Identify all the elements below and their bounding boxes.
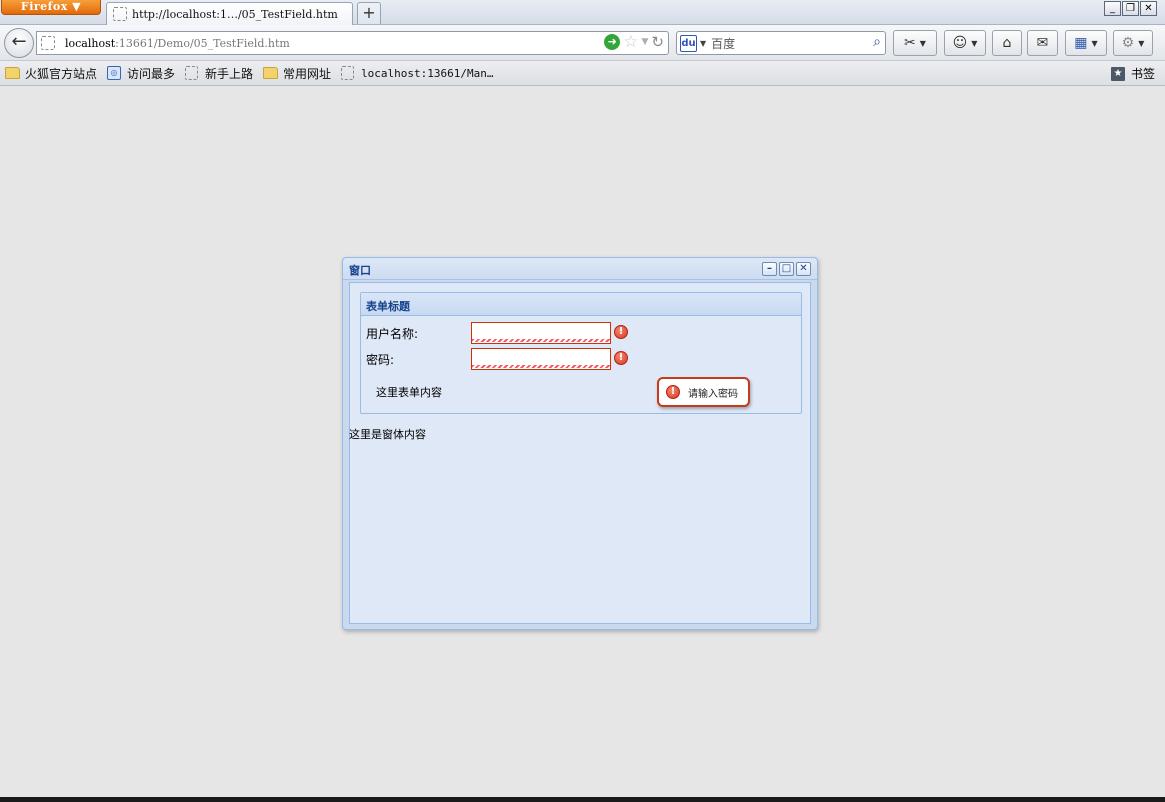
- password-label: 密码:: [366, 353, 395, 367]
- bottom-border: [0, 797, 1165, 802]
- bookmark-item[interactable]: 火狐官方站点: [5, 65, 97, 82]
- back-button[interactable]: ←: [4, 28, 34, 58]
- search-icon[interactable]: ⌕: [873, 34, 881, 50]
- restore-button[interactable]: ❐: [1122, 1, 1139, 16]
- validation-tooltip: ! 请输入密码: [657, 377, 750, 407]
- addon-smiley-button[interactable]: ☺ ▼: [944, 30, 986, 56]
- home-icon: ⌂: [1002, 35, 1012, 51]
- reload-icon[interactable]: ↻: [651, 34, 664, 50]
- bookmarks-menu-label: 书签: [1130, 67, 1155, 81]
- site-identity-icon[interactable]: [41, 36, 55, 50]
- mail-icon: ✉: [1036, 35, 1049, 51]
- window-controls: _ ❐ ✕: [1104, 1, 1157, 16]
- chevron-down-icon: ▼: [971, 38, 978, 48]
- mail-button[interactable]: ✉: [1027, 30, 1058, 56]
- close-window-button[interactable]: ✕: [1140, 1, 1157, 16]
- url-path: :13661/Demo/05_TestField.htm: [115, 36, 290, 50]
- ext-window: 窗口 – □ ✕ 表单标题 用户名称: ! 密码: ! 这里表单内容 ! 请输入…: [342, 257, 818, 630]
- bookmarks-star-icon: ★: [1110, 66, 1125, 81]
- firefox-menu-button[interactable]: Firefox ▼: [1, 0, 101, 15]
- screenshot-icon: ✂: [904, 35, 916, 51]
- window-header[interactable]: 窗口 – □ ✕: [343, 258, 817, 280]
- password-error-icon[interactable]: !: [614, 351, 628, 365]
- bookmark-star-icon[interactable]: ☆: [623, 34, 638, 51]
- username-input[interactable]: [471, 322, 611, 344]
- minimize-button[interactable]: _: [1104, 1, 1121, 16]
- window-title: 窗口: [349, 264, 371, 277]
- chevron-down-icon: ▼: [1138, 38, 1145, 48]
- browser-titlebar: Firefox ▼ http://localhost:1…/05_TestFie…: [0, 0, 1165, 25]
- bookmark-label: localhost:13661/Man…: [361, 66, 494, 80]
- bookmarks-menu-button[interactable]: ★ 书签: [1110, 65, 1155, 82]
- smiley-icon: ☺: [952, 35, 968, 51]
- bookmarks-toolbar: 火狐官方站点 ◎ 访问最多 新手上路 常用网址 localhost:13661/…: [0, 61, 1165, 86]
- navigation-toolbar: ← localhost:13661/Demo/05_TestField.htm …: [0, 25, 1165, 61]
- window-minimize-button[interactable]: –: [762, 262, 777, 276]
- url-host: localhost: [65, 36, 116, 50]
- folder-icon: [263, 67, 279, 79]
- bookmark-label: 访问最多: [127, 66, 176, 81]
- tooltip-error-icon: !: [666, 385, 680, 399]
- apps-button[interactable]: ▦ ▼: [1065, 30, 1107, 56]
- form-header: 表单标题: [361, 293, 801, 316]
- chevron-down-icon: ▼: [919, 38, 926, 48]
- tooltip-text: 请输入密码: [688, 388, 738, 400]
- bookmark-item[interactable]: ◎ 访问最多: [107, 65, 175, 82]
- url-bar[interactable]: localhost:13661/Demo/05_TestField.htm ➜ …: [36, 31, 669, 55]
- username-error-icon[interactable]: !: [614, 325, 628, 339]
- window-close-button[interactable]: ✕: [796, 262, 811, 276]
- username-label: 用户名称:: [366, 327, 419, 341]
- chevron-down-icon: ▼: [1091, 38, 1098, 48]
- tab-title: http://localhost:1…/05_TestField.htm: [132, 7, 338, 21]
- bookmark-label: 火狐官方站点: [25, 66, 98, 81]
- new-tab-button[interactable]: +: [357, 2, 381, 24]
- form-fieldset: 表单标题 用户名称: ! 密码: ! 这里表单内容 ! 请输入密码: [360, 292, 802, 414]
- window-maximize-button[interactable]: □: [779, 262, 794, 276]
- tools-icon: ⚙: [1121, 35, 1135, 51]
- search-bar[interactable]: du ▼ 百度 ⌕: [676, 31, 886, 55]
- go-arrow-icon[interactable]: ➜: [604, 34, 621, 50]
- home-button[interactable]: ⌂: [992, 30, 1022, 56]
- page-icon: [185, 66, 199, 80]
- search-input[interactable]: 百度: [711, 35, 735, 52]
- browser-tab[interactable]: http://localhost:1…/05_TestField.htm: [106, 2, 353, 25]
- page-icon: [341, 66, 355, 80]
- folder-icon: [5, 67, 20, 79]
- bookmark-label: 常用网址: [283, 66, 332, 81]
- page-favicon-icon: [113, 7, 127, 21]
- tools-button[interactable]: ⚙ ▼: [1113, 30, 1153, 56]
- history-dropdown-icon[interactable]: ▼: [642, 37, 649, 47]
- window-tools: – □ ✕: [762, 262, 811, 276]
- apps-grid-icon: ▦: [1074, 35, 1088, 51]
- screenshot-tool-button[interactable]: ✂ ▼: [893, 30, 937, 56]
- form-content-text: 这里表单内容: [376, 386, 442, 399]
- password-input[interactable]: [471, 348, 611, 370]
- search-engine-dropdown-icon[interactable]: ▼: [700, 39, 706, 48]
- bookmark-item[interactable]: 常用网址: [263, 65, 331, 82]
- form-title: 表单标题: [366, 300, 410, 313]
- bookmark-item[interactable]: localhost:13661/Man…: [341, 66, 494, 80]
- baidu-paw-icon[interactable]: du: [680, 34, 697, 52]
- window-body: 表单标题 用户名称: ! 密码: ! 这里表单内容 ! 请输入密码 这里是窗体内…: [349, 282, 811, 624]
- bookmark-label: 新手上路: [205, 66, 254, 81]
- bookmark-item[interactable]: 新手上路: [185, 65, 253, 82]
- recent-icon: ◎: [107, 66, 122, 80]
- window-content-text: 这里是窗体内容: [349, 428, 426, 441]
